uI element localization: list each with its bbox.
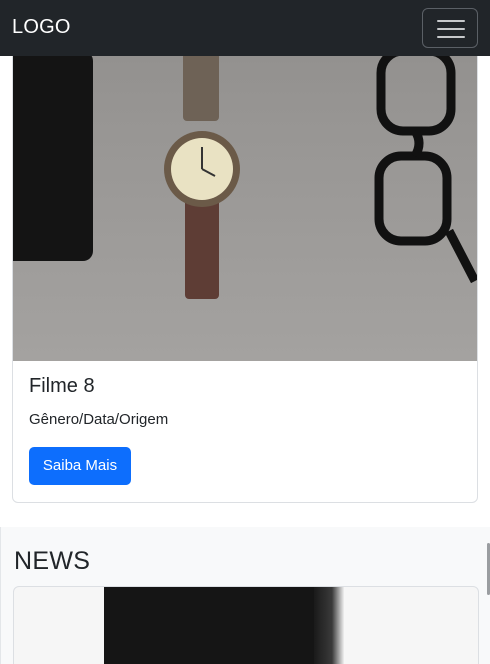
movie-card: Filme 8 Gênero/Data/Origem Saiba Mais xyxy=(12,0,478,503)
watch-strap-bottom xyxy=(185,199,219,299)
hamburger-menu-icon[interactable] xyxy=(422,8,478,48)
news-heading: NEWS xyxy=(14,547,91,575)
saiba-mais-button[interactable]: Saiba Mais xyxy=(29,447,131,485)
news-image-edge xyxy=(314,587,344,664)
card-meta: Gênero/Data/Origem xyxy=(29,411,169,428)
news-card[interactable] xyxy=(13,586,479,664)
page: Filme 8 Gênero/Data/Origem Saiba Mais NE… xyxy=(0,0,490,664)
navbar: LOGO xyxy=(0,0,490,56)
phone-shape xyxy=(13,51,93,261)
logo[interactable]: LOGO xyxy=(12,16,71,39)
news-section: NEWS xyxy=(0,527,490,664)
card-title: Filme 8 xyxy=(29,375,95,397)
card-body: Filme 8 Gênero/Data/Origem Saiba Mais xyxy=(29,371,459,485)
news-image-dark-figure xyxy=(104,587,334,664)
